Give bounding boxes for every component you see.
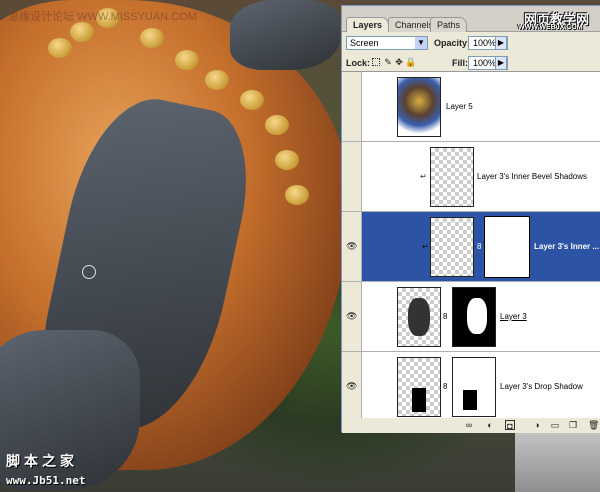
visibility-toggle[interactable] [342, 142, 362, 211]
layer-mask-thumbnail[interactable] [452, 357, 496, 417]
layer-thumbnail [397, 77, 441, 137]
layer-thumbnail [397, 287, 441, 347]
blend-mode-select[interactable]: Screen ▼ [346, 36, 428, 50]
blend-mode-value: Screen [350, 38, 379, 48]
link-layers-icon[interactable]: ∞ [462, 420, 476, 430]
watermark-bottom-left-url: www.Jb51.net [6, 474, 86, 487]
add-mask-icon[interactable]: ◘ [505, 420, 515, 430]
layers-list: Layer 5 ↵ Layer 3's Inner Bevel Shadows … [342, 71, 600, 422]
layer-thumbnail [430, 147, 474, 207]
eye-icon: 👁 [346, 311, 357, 321]
lock-all-icon[interactable]: 🔒 [405, 57, 415, 67]
adjustment-layer-icon[interactable]: ◑ [532, 420, 542, 430]
lock-transparency-icon[interactable] [372, 58, 380, 66]
panel-bottom-toolbar: ∞ ◐ ◘ ◑ ▭ ❐ 🗑 [342, 418, 600, 433]
watermark-top-right-url: WWW.WEBJX.COM [518, 24, 583, 31]
eye-icon: 👁 [346, 381, 357, 391]
new-group-icon[interactable]: ▭ [550, 420, 560, 430]
layer-name[interactable]: Layer 3's Inner Bevel Shadows [477, 172, 587, 181]
watermark-bottom-left-cn: 脚本之家 [6, 453, 78, 469]
delete-layer-icon[interactable]: 🗑 [588, 420, 598, 430]
visibility-toggle[interactable]: 👁 [342, 282, 362, 351]
opacity-label: Opacity: [434, 38, 471, 48]
layer-row-layer-5[interactable]: Layer 5 [342, 72, 600, 142]
lock-move-icon[interactable]: ✥ [394, 57, 404, 67]
layer-row-layer-3[interactable]: 👁 8 Layer 3 [342, 282, 600, 352]
clipping-arrow-icon: ↵ [422, 242, 429, 251]
layer-mask-thumbnail[interactable] [484, 216, 530, 278]
layer-row-drop-shadow[interactable]: 👁 8 Layer 3's Drop Shadow [342, 352, 600, 422]
link-icon[interactable]: 8 [443, 382, 447, 391]
layers-panel: Layers Channels Paths 网页教学网 WWW.WEBJX.CO… [341, 5, 600, 433]
clipping-arrow-icon: ↵ [420, 172, 427, 181]
fill-label: Fill: [452, 58, 468, 68]
visibility-toggle[interactable] [342, 72, 362, 141]
fill-slider-button[interactable]: ▶ [495, 56, 507, 70]
eye-off-icon [346, 101, 357, 111]
layer-style-icon[interactable]: ◐ [485, 420, 495, 430]
layer-name[interactable]: Layer 3's Inner ... [534, 242, 599, 251]
layer-mask-thumbnail[interactable] [452, 287, 496, 347]
opacity-slider-button[interactable]: ▶ [495, 36, 507, 50]
brush-cursor [82, 265, 96, 279]
visibility-toggle[interactable]: 👁 [342, 352, 362, 421]
new-layer-icon[interactable]: ❐ [568, 420, 578, 430]
chevron-down-icon: ▼ [415, 37, 427, 49]
visibility-toggle[interactable]: 👁 [342, 212, 362, 281]
layer-row-inner-selected[interactable]: 👁 ↵ 8 Layer 3's Inner ... [342, 212, 600, 282]
eye-off-icon [346, 171, 357, 181]
eye-icon: 👁 [346, 241, 357, 251]
blend-row: Screen ▼ Opacity: 100% ▶ [342, 34, 600, 52]
photo-gray-bg [515, 430, 600, 492]
tab-paths[interactable]: Paths [430, 17, 468, 32]
lock-brush-icon[interactable]: ✎ [383, 57, 393, 67]
lock-row: Lock: ✎ ✥ 🔒 Fill: 100% ▶ [342, 54, 600, 72]
layer-thumbnail [430, 217, 474, 277]
layer-name[interactable]: Layer 5 [446, 102, 473, 111]
lock-label: Lock: [346, 58, 371, 68]
layer-name[interactable]: Layer 3's Drop Shadow [500, 382, 583, 391]
layer-thumbnail [397, 357, 441, 417]
watermark-top-left: 思缘设计论坛 WWW.MISSYUAN.COM [8, 11, 197, 23]
layer-name[interactable]: Layer 3 [500, 312, 527, 321]
link-icon[interactable]: 8 [477, 242, 481, 251]
photo-cloth-top [230, 0, 340, 70]
link-icon[interactable]: 8 [443, 312, 447, 321]
tab-layers[interactable]: Layers [346, 17, 390, 32]
layer-row-inner-bevel-shadows[interactable]: ↵ Layer 3's Inner Bevel Shadows [342, 142, 600, 212]
